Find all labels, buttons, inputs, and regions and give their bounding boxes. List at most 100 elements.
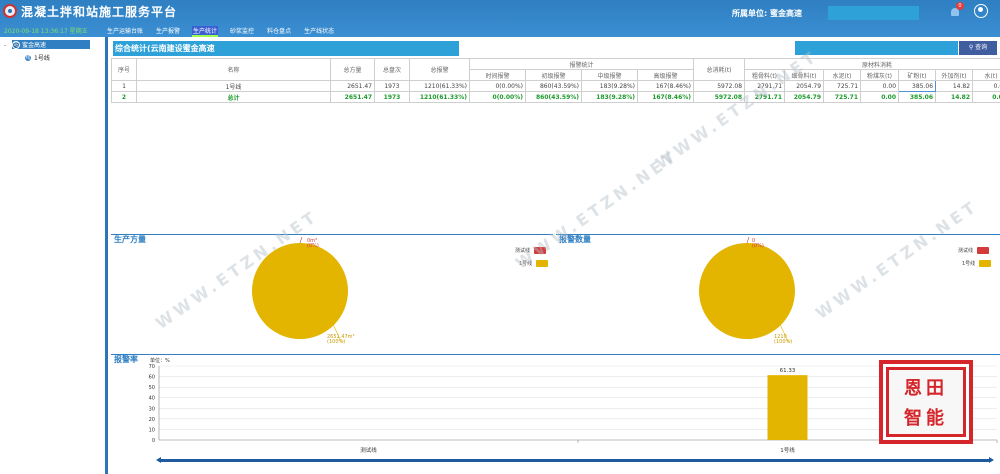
cell-alarm-high: 167(8.46%) [636,80,695,92]
cell-mineral: 385.06 [898,80,937,92]
col-seq: 序号 [111,58,137,81]
cell-water: 0.00 [972,80,1000,92]
pie-label-zero: 0 (0%) [752,239,764,249]
cell-total-consumption: 5972.08 [693,80,746,92]
pie-slice-0[interactable] [746,236,750,244]
unit-label: 所属单位: 蜜金高速 [732,9,802,18]
cell-additive: 14.82 [935,91,974,103]
scroll-right-arrow-icon[interactable] [989,457,994,463]
y-tick-label: 20 [149,417,155,423]
tab-production-stats[interactable]: 生产统计 [192,26,219,37]
cell-total-batches: 1973 [374,91,410,103]
top-nav-tabs: 生产运输台账 生产报警 生产统计 砂浆监控 料仓盘点 生产线状态 [106,26,346,37]
pie-label-main-pct: (100%) [327,339,346,345]
legend-label: 1号线 [519,261,533,267]
cell-coarse: 2791.71 [744,80,786,92]
pie-group [699,236,795,342]
legend-label: 测试线 [515,248,531,254]
cell-flyash: 0.00 [860,80,900,92]
bar[interactable] [767,375,808,440]
legend-label: 1号线 [962,261,976,267]
tree-item-station[interactable]: 站 蜜金高速 [12,40,90,49]
cell-seq: 2 [111,91,137,103]
col-total-consumption: 总消耗(t) [693,58,746,81]
y-tick-label: 60 [149,375,155,381]
tab-line-status[interactable]: 生产线状态 [303,26,335,37]
tree-item-line-1[interactable]: 线 1号线 [24,53,50,62]
panel-alarm-rate: 报警率 单位：% 0 10 20 30 40 50 60 70 测试线 61.33 1号线 [111,354,1000,460]
cell-name: 1号线 [136,80,331,92]
user-avatar-icon[interactable] [974,4,988,18]
cell-coarse: 2791.71 [744,91,786,103]
cell-alarm-low: 860(43.59%) [525,80,582,92]
tab-silo-inventory[interactable]: 料仓盘点 [266,26,292,37]
col-alarm-low: 初级报警 [525,69,582,81]
brand-stamp: 恩田 智能 [879,360,973,444]
query-label: 查询 [975,44,988,51]
col-mineral: 矿粉(t) [898,69,937,81]
x-tick-label: 测试线 [360,446,377,454]
query-button[interactable]: ⚲ 查询 [959,41,997,55]
search-mask [795,41,958,55]
legend-item[interactable]: 1号线 [962,260,992,267]
station-icon: 站 [12,40,20,49]
cell-alarm-time: 0(0.00%) [469,91,526,103]
col-alarm-time: 时间报警 [469,69,526,81]
col-coarse: 粗骨料(t) [744,69,786,81]
table-row-total[interactable]: 2 总计 2651.47 1973 1210(61.33%) 0(0.00%) … [111,91,1000,103]
y-tick-label: 0 [152,438,155,444]
col-flyash: 粉煤灰(t) [860,69,900,81]
cell-total-volume: 2651.47 [330,91,375,103]
cell-total-batches: 1973 [374,80,410,92]
cell-seq: 1 [111,80,137,92]
tree-item-label: 蜜金高速 [22,42,47,49]
cell-alarm-mid: 183(9.28%) [581,91,638,103]
col-alarm-high: 高级报警 [636,69,695,81]
chart-scrollbar[interactable] [156,457,994,463]
tree-item-label: 1号线 [34,55,50,62]
panel-alarm-count: 报警数量 0 (0%) 1210 (100%) 测试线 1号线 [556,234,1000,352]
app-logo-icon [3,4,17,18]
tab-mortar-monitor[interactable]: 砂浆监控 [229,26,255,37]
pie-label-main: 1210 (100%) [774,335,792,345]
pie-label-main: 2651.47m³ (100%) [327,335,355,345]
alarm-rate-bar-chart: 0 10 20 30 40 50 60 70 测试线 61.33 1号线 [149,364,998,454]
pie-slice-1[interactable] [252,243,348,339]
col-fine: 细骨料(t) [784,69,825,81]
col-name: 名称 [136,58,331,81]
legend-item[interactable]: 测试线 [958,247,990,254]
legend-label: 测试线 [958,248,974,254]
cell-alarm-low: 860(43.59%) [525,91,582,103]
y-tick-label: 40 [149,396,155,402]
pie-label-zero: 0m³ (0%) [307,239,319,249]
col-group-materials: 原材料消耗 [744,58,1000,70]
pie-slice-1[interactable] [699,243,795,339]
table-row[interactable]: 1 1号线 2651.47 1973 1210(61.33%) 0(0.00%)… [111,80,1000,92]
y-tick-label: 50 [149,385,155,391]
y-tick-label: 30 [149,406,155,412]
pie-label-zero-pct: (0%) [752,243,764,249]
cell-cement: 725.71 [823,91,862,103]
scroll-left-arrow-icon[interactable] [156,457,161,463]
pie-label-main-pct: (100%) [774,339,793,345]
y-tick-label: 70 [149,364,155,370]
legend-item[interactable]: 测试线 [515,247,547,254]
tab-production-alarm[interactable]: 生产报警 [155,26,181,37]
cell-cement: 725.71 [823,80,862,92]
line-icon: 线 [24,53,32,62]
cell-mineral: 385.06 [898,91,937,103]
legend-item[interactable]: 1号线 [519,260,549,267]
stats-table: 序号 名称 总方量 总盘次 总报警 报警统计 总消耗(t) 原材料消耗 时间报警… [111,58,1000,103]
cell-alarm-high: 167(8.46%) [636,91,695,103]
cell-total-volume: 2651.47 [330,80,375,92]
x-tick-label: 1号线 [780,446,795,454]
panel-production-volume: 生产方量 0m³ (0%) 2651.47m³ (100%) 测试线 1号线 [111,234,553,352]
stamp-line-1: 恩田 [904,378,948,399]
cell-total-alarm: 1210(61.33%) [409,91,470,103]
col-total-volume: 总方量 [330,58,375,81]
pie-slice-0[interactable] [299,236,303,244]
bar-data-label: 61.33 [780,368,796,374]
tab-production-ledger[interactable]: 生产运输台账 [106,26,144,37]
tree-collapse-toggle[interactable]: - [4,42,6,49]
app-title: 混凝土拌和站施工服务平台 [21,5,178,19]
